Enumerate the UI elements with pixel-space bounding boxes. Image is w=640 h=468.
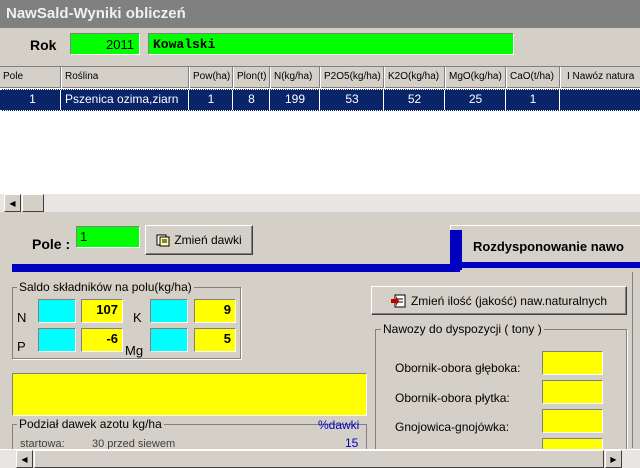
window-horizontal-scrollbar[interactable]: ◀ ▶ [0,449,640,468]
k-label: K [133,310,142,325]
scroll-left-icon[interactable]: ◀ [4,194,21,212]
tab-panel-edge [632,272,640,448]
col-header-n[interactable]: N(kg/ha) [271,67,320,88]
grid-horizontal-scrollbar[interactable]: ◀ [0,194,640,212]
natural-fertilizer-icon [390,294,407,308]
scroll-thumb[interactable] [22,194,44,212]
n-value: 107 [81,299,123,323]
col-header-pole[interactable]: Pole [0,67,61,88]
pole-field[interactable]: 1 [76,226,140,248]
window-scroll-thumb[interactable] [34,450,604,468]
tab-rozdysponowanie-label: Rozdysponowanie nawo [473,239,624,254]
saldo-title: Saldo składników na polu(kg/ha) [17,280,194,294]
cell-plon: 8 [234,90,270,110]
change-doses-button[interactable]: Zmień dawki [145,225,253,255]
cell-pow: 1 [190,90,233,110]
col-header-k2o[interactable]: K2O(kg/ha) [385,67,445,88]
col-header-cao[interactable]: CaO(t/ha) [507,67,560,88]
col-header-roslina[interactable]: Roślina [62,67,189,88]
pole-label: Pole : [32,236,71,252]
cell-k2o: 52 [385,90,445,110]
p-label: P [17,339,26,354]
change-doses-label: Zmień dawki [174,233,242,247]
gnojowica-label: Gnojowica-gnojówka: [395,420,510,434]
k-indicator [150,299,188,323]
cell-roslina: Pszenica ozima,ziarn [62,90,189,110]
rok-field[interactable]: 2011 [70,33,140,55]
obornik-plytka-label: Obornik-obora płytka: [395,391,510,405]
cell-nawoz [561,90,640,110]
rok-label: Rok [30,37,57,53]
obornik-plytka-field[interactable] [542,380,603,404]
obornik-gleboka-label: Obornik-obora głęboka: [395,361,521,375]
tab-accent-bar [12,264,460,272]
mg-label: Mg [125,343,144,358]
cell-n: 199 [271,90,320,110]
gnojowica-field[interactable] [542,409,603,433]
col-header-p2o5[interactable]: P2O5(kg/ha) [321,67,384,88]
mg-value: 5 [194,328,236,352]
tab-rozdysponowanie[interactable]: Rozdysponowanie nawo [450,225,640,262]
tab-accent-bar-right [450,262,640,268]
doses-icon [156,233,170,247]
cell-p2o5: 53 [321,90,384,110]
results-grid[interactable]: Pole Roślina Pow(ha) Plon(t) N(kg/ha) P2… [0,66,640,194]
window-title: NawSald-Wyniki obliczeń [0,0,640,28]
col-header-plon[interactable]: Plon(t) [234,67,270,88]
p-indicator [38,328,76,352]
change-natural-fertilizer-label: Zmień ilość (jakość) naw.naturalnych [410,293,608,308]
col-header-pow[interactable]: Pow(ha) [190,67,233,88]
window-scroll-left-icon[interactable]: ◀ [16,450,33,468]
window-scroll-right-icon[interactable]: ▶ [605,450,622,468]
change-natural-fertilizer-button[interactable]: Zmień ilość (jakość) naw.naturalnych [371,286,627,315]
col-header-nawoz[interactable]: I Nawóz natura [561,67,640,88]
k-value: 9 [194,299,236,323]
mg-indicator [150,328,188,352]
percent-dose-label: %dawki [318,418,360,432]
startowa-value: 15 [345,436,359,450]
podzial-title: Podział dawek azotu kg/ha [17,417,164,431]
col-header-mgo[interactable]: MgO(kg/ha) [446,67,506,88]
n-indicator [38,299,76,323]
cell-pole: 1 [0,90,61,110]
cell-mgo: 25 [446,90,506,110]
message-box [12,373,367,416]
cell-cao: 1 [507,90,560,110]
obornik-gleboka-field[interactable] [542,351,603,375]
n-label: N [17,310,27,325]
owner-name-field[interactable]: Kowalski [148,33,514,55]
p-value: -6 [81,328,123,352]
nawozy-title: Nawozy do dyspozycji ( tony ) [381,322,544,336]
